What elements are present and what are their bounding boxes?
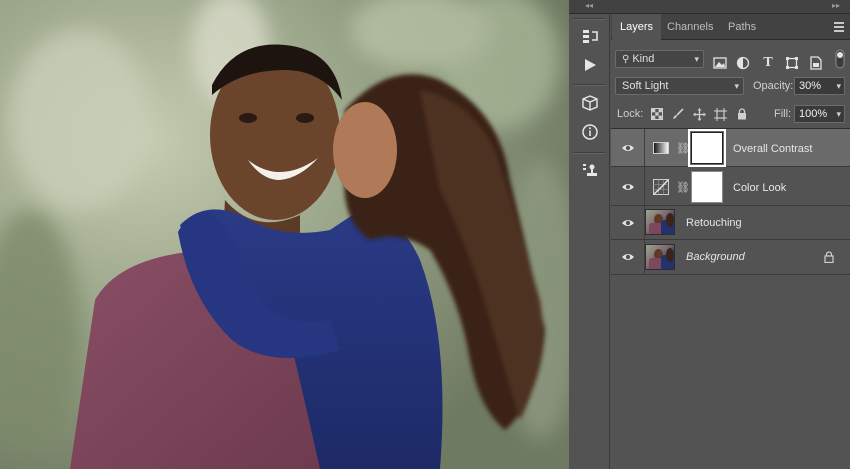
layer-row-retouching[interactable]: Retouching [611, 206, 850, 240]
divider [644, 167, 645, 205]
chevron-down-icon: ▾ [734, 81, 739, 91]
visibility-eye-icon[interactable] [621, 143, 635, 153]
panel-tab-bar: Layers Channels Paths [611, 14, 850, 41]
visibility-eye-icon[interactable] [621, 218, 635, 228]
mask-link-chain-icon[interactable]: ⛓ [676, 140, 690, 156]
document-canvas[interactable] [0, 0, 569, 469]
layer-mask-thumbnail[interactable] [691, 171, 723, 203]
visibility-eye-icon[interactable] [621, 182, 635, 192]
mask-link-chain-icon[interactable]: ⛓ [676, 179, 690, 195]
lock-artboard-icon[interactable] [713, 107, 727, 121]
panel-menu-icon[interactable] [834, 22, 844, 34]
layer-name: Color Look [733, 182, 787, 194]
chevron-down-icon: ▾ [836, 81, 841, 91]
panel-icon-strip [569, 14, 610, 469]
layer-thumbnail[interactable] [645, 244, 675, 270]
fill-label: Fill: [774, 108, 792, 120]
layer-row-overall-contrast[interactable]: ⛓ Overall Contrast [611, 129, 850, 167]
layer-row-background[interactable]: Background [611, 240, 850, 275]
actions-play-icon[interactable] [577, 54, 603, 76]
chevron-down-icon: ▾ [836, 109, 841, 119]
blend-mode-select[interactable]: Soft Light ▾ [615, 77, 744, 95]
layer-row-color-look[interactable]: ⛓ Color Look [611, 167, 850, 206]
layer-mask-thumbnail[interactable] [688, 129, 726, 167]
filter-type-icon[interactable]: T [760, 55, 776, 71]
filter-pixel-icon[interactable] [712, 55, 728, 71]
filter-kind-label: Kind [632, 53, 655, 65]
filter-smart-object-icon[interactable] [808, 55, 824, 71]
clone-source-stamp-icon[interactable] [577, 160, 603, 182]
3d-cube-icon[interactable] [577, 92, 603, 114]
lock-position-move-icon[interactable] [692, 107, 706, 121]
filter-shape-icon[interactable] [784, 55, 800, 71]
divider [573, 18, 605, 20]
tab-layers[interactable]: Layers [612, 14, 662, 41]
photo-image [0, 0, 569, 469]
chevron-down-icon: ▾ [694, 54, 699, 64]
lock-label: Lock: [617, 108, 644, 120]
lock-icon [824, 251, 836, 264]
fill-field[interactable]: 100% ▾ [794, 105, 845, 123]
layers-list: ⛓ Overall Contrast ⛓ Color Look Retouchi… [611, 128, 850, 275]
info-icon[interactable] [577, 121, 603, 143]
layer-name: Overall Contrast [733, 143, 813, 155]
divider [644, 129, 645, 166]
lock-all-icon[interactable] [735, 107, 749, 121]
layer-name: Background [686, 251, 745, 263]
filter-adjustment-icon[interactable] [735, 55, 751, 71]
collapse-icon[interactable]: ▸▸ [832, 1, 840, 11]
panel-dock-header: ◂◂ ▸▸ [569, 0, 850, 14]
layer-filter-kind[interactable]: ⚲ Kind ▾ [615, 50, 704, 68]
search-icon: ⚲ [622, 54, 630, 65]
opacity-field[interactable]: 30% ▾ [794, 77, 845, 95]
gradient-map-adjustment-icon[interactable] [651, 138, 671, 158]
collapse-icon[interactable]: ◂◂ [585, 1, 593, 11]
fill-value: 100% [799, 108, 828, 120]
layer-name: Retouching [686, 217, 742, 229]
curves-adjustment-icon[interactable] [651, 177, 671, 197]
visibility-eye-icon[interactable] [621, 252, 635, 262]
divider [573, 84, 605, 86]
tab-channels[interactable]: Channels [659, 14, 721, 40]
lock-transparent-pixels-icon[interactable] [650, 107, 664, 121]
opacity-value: 30% [799, 80, 822, 92]
lock-image-pixels-brush-icon[interactable] [671, 107, 685, 121]
layer-thumbnail[interactable] [645, 209, 675, 235]
opacity-label: Opacity: [753, 80, 794, 92]
layers-panel: Layers Channels Paths ⚲ Kind ▾ T Soft Lig… [611, 14, 850, 469]
history-icon[interactable] [577, 26, 603, 48]
blend-mode-value: Soft Light [622, 80, 669, 92]
filter-toggle-icon[interactable] [832, 49, 848, 69]
tab-paths[interactable]: Paths [720, 14, 764, 40]
divider [573, 152, 605, 154]
